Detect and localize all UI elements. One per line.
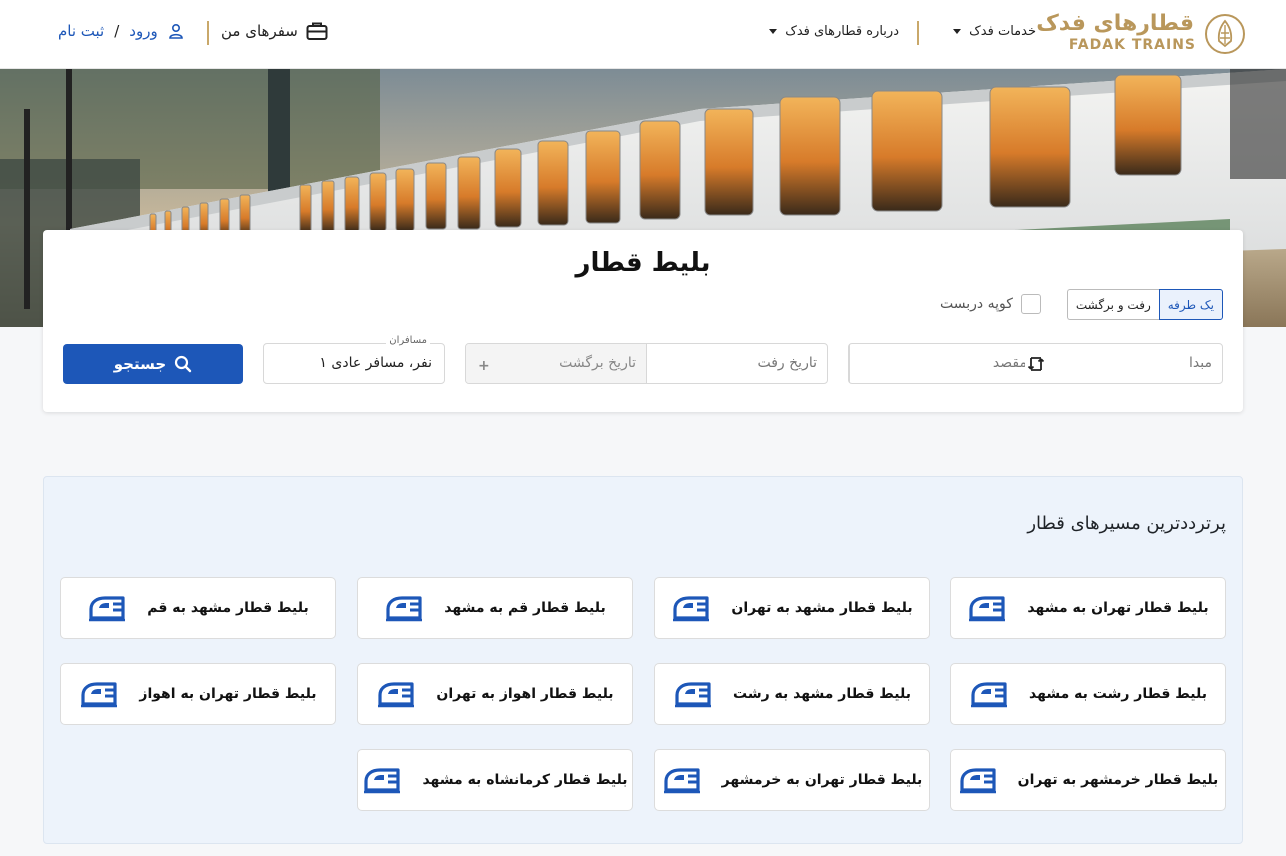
header-divider <box>917 21 919 45</box>
destination-field[interactable]: مقصد <box>849 344 1035 383</box>
route-label: بلیط قطار مشهد به قم <box>147 600 309 616</box>
route-card-content: بلیط قطار خرمشهر به تهران <box>951 750 1225 810</box>
nav-fadak-services[interactable]: خدمات فدک <box>953 24 1036 39</box>
user-icon <box>168 23 183 39</box>
route-card[interactable]: بلیط قطار تهران به مشهد <box>950 577 1226 639</box>
popular-routes-panel: پرترددترین مسیرهای قطار بلیط قطار تهران … <box>43 476 1243 844</box>
passengers-field[interactable]: مسافران ۱ نفر، مسافر عادی <box>263 335 445 384</box>
train-front-icon <box>386 596 423 622</box>
train-front-icon <box>673 596 710 622</box>
login-separator: / <box>114 22 120 40</box>
fadak-logo[interactable]: قطارهای فدک FADAK TRAINS <box>1036 11 1246 57</box>
route-card-content: بلیط قطار مشهد به رشت <box>655 664 929 724</box>
route-card[interactable]: بلیط قطار مشهد به تهران <box>654 577 930 639</box>
route-card-content: بلیط قطار اهواز به تهران <box>358 664 632 724</box>
popular-routes-title: پرترددترین مسیرهای قطار <box>1027 513 1226 534</box>
register-label[interactable]: ثبت نام <box>58 22 104 40</box>
route-label: بلیط قطار مشهد به رشت <box>733 686 911 702</box>
logo-text-en: FADAK TRAINS <box>1068 37 1196 53</box>
route-card[interactable]: بلیط قطار رشت به مشهد <box>950 663 1226 725</box>
train-front-icon <box>971 682 1008 708</box>
train-front-icon <box>663 768 700 794</box>
route-label: بلیط قطار تهران به اهواز <box>139 686 317 702</box>
chevron-down-icon <box>953 29 962 34</box>
route-label: بلیط قطار قم به مشهد <box>444 600 606 616</box>
return-date-field[interactable]: تاریخ برگشت + <box>466 344 647 383</box>
route-label: بلیط قطار کرمانشاه به مشهد <box>422 772 628 788</box>
one-way-button[interactable]: یک طرفه <box>1158 289 1223 320</box>
route-card[interactable]: بلیط قطار خرمشهر به تهران <box>950 749 1226 811</box>
login-label[interactable]: ورود <box>129 22 157 40</box>
route-card[interactable]: بلیط قطار تهران به اهواز <box>60 663 336 725</box>
briefcase-icon <box>306 22 328 40</box>
route-card-content: بلیط قطار تهران به اهواز <box>61 664 335 724</box>
swap-icon[interactable] <box>1025 353 1047 375</box>
route-card[interactable]: بلیط قطار مشهد به قم <box>60 577 336 639</box>
nav-label: خدمات فدک <box>969 24 1036 39</box>
route-card-content: بلیط قطار تهران به مشهد <box>951 578 1225 638</box>
route-label: بلیط قطار رشت به مشهد <box>1029 686 1207 702</box>
header-divider <box>207 21 209 45</box>
nav-about-fadak[interactable]: درباره قطارهای فدک <box>769 24 899 39</box>
dates-field-group: تاریخ رفت تاریخ برگشت + <box>465 343 828 384</box>
coupe-checkbox[interactable] <box>1020 294 1041 314</box>
top-header: قطارهای فدک FADAK TRAINS خدمات فدک دربار… <box>0 0 1286 69</box>
nav-label: درباره قطارهای فدک <box>785 24 899 39</box>
train-front-icon <box>675 682 712 708</box>
passengers-label: مسافران <box>386 335 430 346</box>
train-front-icon <box>969 596 1006 622</box>
passengers-value: ۱ نفر، مسافر عادی <box>319 355 432 371</box>
route-card[interactable]: بلیط قطار کرمانشاه به مشهد <box>357 749 633 811</box>
destination-placeholder: مقصد <box>992 355 1027 371</box>
coupe-label: کوپه دربست <box>940 296 1013 312</box>
route-label: بلیط قطار تهران به مشهد <box>1027 600 1209 616</box>
route-label: بلیط قطار مشهد به تهران <box>731 600 913 616</box>
coupe-option[interactable]: کوپه دربست <box>940 294 1041 314</box>
fadak-emblem-icon <box>1205 14 1245 54</box>
route-label: بلیط قطار خرمشهر به تهران <box>1017 772 1219 788</box>
logo-text-fa: قطارهای فدک <box>1036 11 1194 36</box>
search-button[interactable]: جستجو <box>63 344 243 384</box>
route-card-content: بلیط قطار تهران به خرمشهر <box>655 750 929 810</box>
route-card-content: بلیط قطار مشهد به قم <box>61 578 335 638</box>
route-card[interactable]: بلیط قطار قم به مشهد <box>357 577 633 639</box>
route-label: بلیط قطار تهران به خرمشهر <box>721 772 923 788</box>
page-title: بلیط قطار <box>575 248 711 278</box>
origin-field[interactable]: مبدا <box>1189 355 1212 371</box>
my-trips-label: سفرهای من <box>221 22 298 40</box>
route-card-content: بلیط قطار رشت به مشهد <box>951 664 1225 724</box>
train-front-icon <box>81 682 118 708</box>
chevron-down-icon <box>769 29 778 34</box>
route-card-content: بلیط قطار قم به مشهد <box>358 578 632 638</box>
route-card[interactable]: بلیط قطار مشهد به رشت <box>654 663 930 725</box>
route-label: بلیط قطار اهواز به تهران <box>436 686 614 702</box>
search-button-label: جستجو <box>113 355 167 373</box>
train-front-icon <box>378 682 415 708</box>
train-front-icon <box>364 768 401 794</box>
my-trips-link[interactable]: سفرهای من <box>221 21 328 41</box>
train-front-icon <box>89 596 126 622</box>
search-card: بلیط قطار یک طرفه رفت و برگشت کوپه دربست… <box>43 230 1243 412</box>
depart-date-field[interactable]: تاریخ رفت <box>757 355 817 371</box>
route-card-content: بلیط قطار کرمانشاه به مشهد <box>358 750 632 810</box>
login-register-link[interactable]: ثبت نام / ورود <box>58 22 184 40</box>
plus-icon[interactable]: + <box>478 355 636 377</box>
trip-type-toggle: یک طرفه رفت و برگشت <box>1066 289 1223 320</box>
search-icon <box>175 355 192 373</box>
route-card[interactable]: بلیط قطار تهران به خرمشهر <box>654 749 930 811</box>
route-field-group: مبدا مقصد <box>848 343 1223 384</box>
route-card-content: بلیط قطار مشهد به تهران <box>655 578 929 638</box>
train-front-icon <box>959 768 996 794</box>
round-trip-button[interactable]: رفت و برگشت <box>1066 289 1159 320</box>
route-card[interactable]: بلیط قطار اهواز به تهران <box>357 663 633 725</box>
